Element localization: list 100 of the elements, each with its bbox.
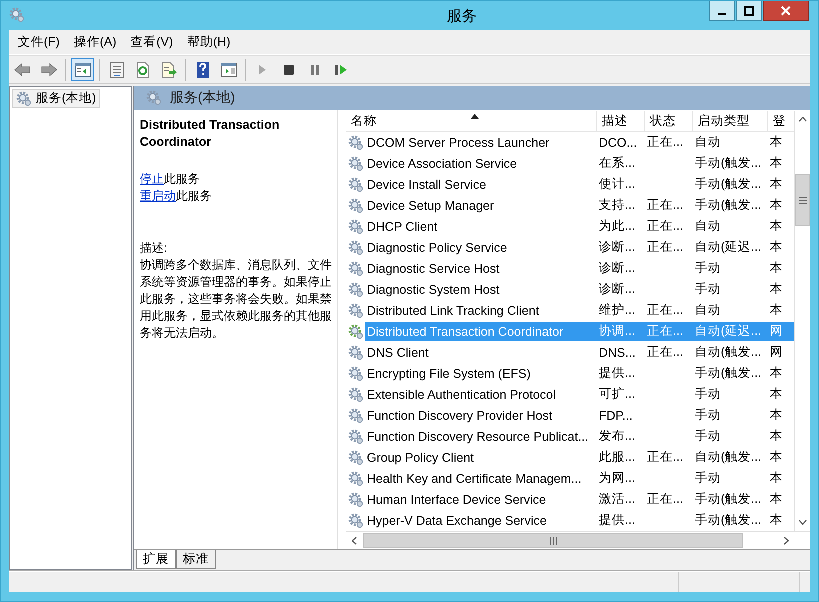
close-button[interactable] (763, 1, 809, 21)
table-row[interactable]: DCOM Server Process Launcher DCO... 正在... 自动 本 (365, 133, 794, 152)
table-cell: 正在... (647, 324, 684, 338)
table-cell: 网 (770, 345, 783, 359)
table-cell: 正在... (647, 240, 684, 254)
table-cell: 在系... (599, 156, 636, 170)
table-cell: 正在... (647, 198, 684, 212)
table-row[interactable]: Diagnostic System Host 诊断... 手动 本 (365, 280, 794, 299)
table-cell: 本 (770, 471, 783, 485)
table-cell: 本 (770, 492, 783, 506)
gear-icon (348, 282, 364, 298)
table-row[interactable]: DNS Client DNS... 正在... 自动(触发... 网 (365, 343, 794, 362)
minimize-button[interactable] (709, 1, 735, 21)
gear-icon (348, 366, 364, 382)
table-cell: 诊断... (599, 282, 636, 296)
table-cell: Device Setup Manager (367, 198, 494, 212)
horizontal-scrollbar[interactable] (346, 531, 810, 549)
vertical-scrollbar[interactable] (794, 111, 810, 531)
table-cell: 为网... (599, 471, 636, 485)
table-cell: 手动(触发... (695, 156, 762, 170)
table-cell: 本 (770, 219, 783, 233)
table-cell: Diagnostic System Host (367, 282, 500, 296)
resume-icon (334, 64, 346, 74)
table-cell: FDP... (599, 408, 633, 422)
table-cell: 正在... (647, 345, 684, 359)
table-cell: Distributed Transaction Coordinator (367, 324, 564, 338)
table-row[interactable]: DHCP Client 为此... 正在... 自动 本 (365, 217, 794, 236)
table-row[interactable]: Diagnostic Policy Service 诊断... 正在... 自动(延迟... 本 (365, 238, 794, 257)
table-cell: 本 (770, 261, 783, 275)
gear-icon (146, 90, 162, 106)
table-cell: 正在... (647, 492, 684, 506)
table-row[interactable]: Device Association Service 在系... 手动(触发... 本 (365, 154, 794, 173)
menu-item[interactable]: 帮助(H) (180, 31, 238, 53)
table-cell: 提供... (599, 366, 636, 380)
action-link[interactable]: 停止 (140, 172, 164, 186)
table-cell: 手动 (695, 471, 721, 485)
grip-icon (798, 196, 806, 204)
table-row[interactable]: Function Discovery Provider Host FDP... 手动 本 (365, 406, 794, 425)
table-cell: Diagnostic Policy Service (367, 240, 508, 254)
gear-icon (348, 240, 364, 256)
table-row[interactable]: Human Interface Device Service 激活... 正在... 手动(触发... 本 (365, 490, 794, 509)
properties-icon (108, 60, 126, 78)
gear-icon (348, 176, 364, 192)
table-row[interactable]: Extensible Authentication Protocol 可扩... 手动 本 (365, 385, 794, 404)
table-row[interactable]: Device Setup Manager 支持... 正在... 手动(触发... 本 (365, 196, 794, 215)
menu-item[interactable]: 操作(A) (66, 31, 124, 53)
table-cell: 维护... (599, 303, 636, 317)
table-cell: Distributed Link Tracking Client (367, 304, 540, 318)
table-cell: DCOM Server Process Launcher (367, 136, 550, 150)
action-link[interactable]: 重启动 (140, 189, 176, 203)
table-cell: 本 (770, 450, 783, 464)
table-cell: 手动 (695, 387, 721, 401)
table-row[interactable]: Group Policy Client 此服... 正在... 自动(触发... 本 (365, 448, 794, 467)
gear-icon (348, 492, 364, 508)
scroll-left-icon (352, 536, 357, 544)
table-cell: DNS Client (367, 346, 429, 360)
table-cell: 正在... (647, 450, 684, 464)
table-row[interactable]: Function Discovery Resource Publicat... 发布... 手动 本 (365, 427, 794, 446)
table-cell: 手动(触发... (695, 177, 762, 191)
table-cell: 手动(触发... (695, 198, 762, 212)
table-cell: 本 (770, 177, 783, 191)
table-cell: 为此... (599, 219, 636, 233)
window-icon (220, 60, 238, 78)
gear-icon (348, 198, 364, 214)
table-cell: 可扩... (599, 387, 636, 401)
table-cell: Health Key and Certificate Managem... (367, 472, 582, 486)
table-cell: 自动(触发... (695, 450, 762, 464)
close-icon (781, 6, 791, 16)
scroll-up-icon (798, 117, 806, 122)
action-text: 此服务 (164, 172, 200, 186)
menu-item[interactable]: 文件(F) (11, 31, 67, 53)
table-cell: 本 (770, 135, 783, 149)
table-cell: 协调... (599, 324, 636, 338)
console-tree-button[interactable] (71, 58, 94, 81)
table-cell: Device Association Service (367, 156, 518, 170)
table-row[interactable]: Diagnostic Service Host 诊断... 手动 本 (365, 259, 794, 278)
table-cell: 本 (770, 282, 783, 296)
gear-icon (348, 512, 364, 528)
gear-icon (348, 324, 364, 340)
table-row[interactable]: Encrypting File System (EFS) 提供... 手动(触发... 本 (365, 364, 794, 383)
table-row[interactable]: Device Install Service 使计... 手动(触发... 本 (365, 175, 794, 194)
maximize-button[interactable] (736, 1, 762, 21)
table-cell: 正在... (647, 303, 684, 317)
menu-item[interactable]: 查看(V) (124, 31, 180, 53)
view-tab[interactable]: 标准 (176, 550, 216, 569)
view-tab[interactable]: 扩展 (136, 550, 176, 569)
table-row[interactable]: Health Key and Certificate Managem... 为网... 手动 本 (365, 469, 794, 488)
gear-icon (9, 7, 25, 23)
table-cell: 手动 (695, 408, 721, 422)
tree-item[interactable]: 服务(本地) (12, 89, 100, 108)
table-cell: 使计... (599, 177, 636, 191)
table-cell: 本 (770, 408, 783, 422)
table-cell: Encrypting File System (EFS) (367, 366, 531, 380)
table-cell: Human Interface Device Service (367, 492, 546, 506)
table-cell: 自动 (695, 219, 721, 233)
table-cell: Extensible Authentication Protocol (367, 388, 556, 402)
table-row[interactable]: Distributed Link Tracking Client 维护... 正在... 自动 本 (365, 301, 794, 320)
scroll-right-icon (784, 536, 789, 544)
grip-icon (550, 536, 556, 544)
table-row[interactable]: Hyper-V Data Exchange Service 提供... 手动(触发... 本 (365, 511, 794, 530)
